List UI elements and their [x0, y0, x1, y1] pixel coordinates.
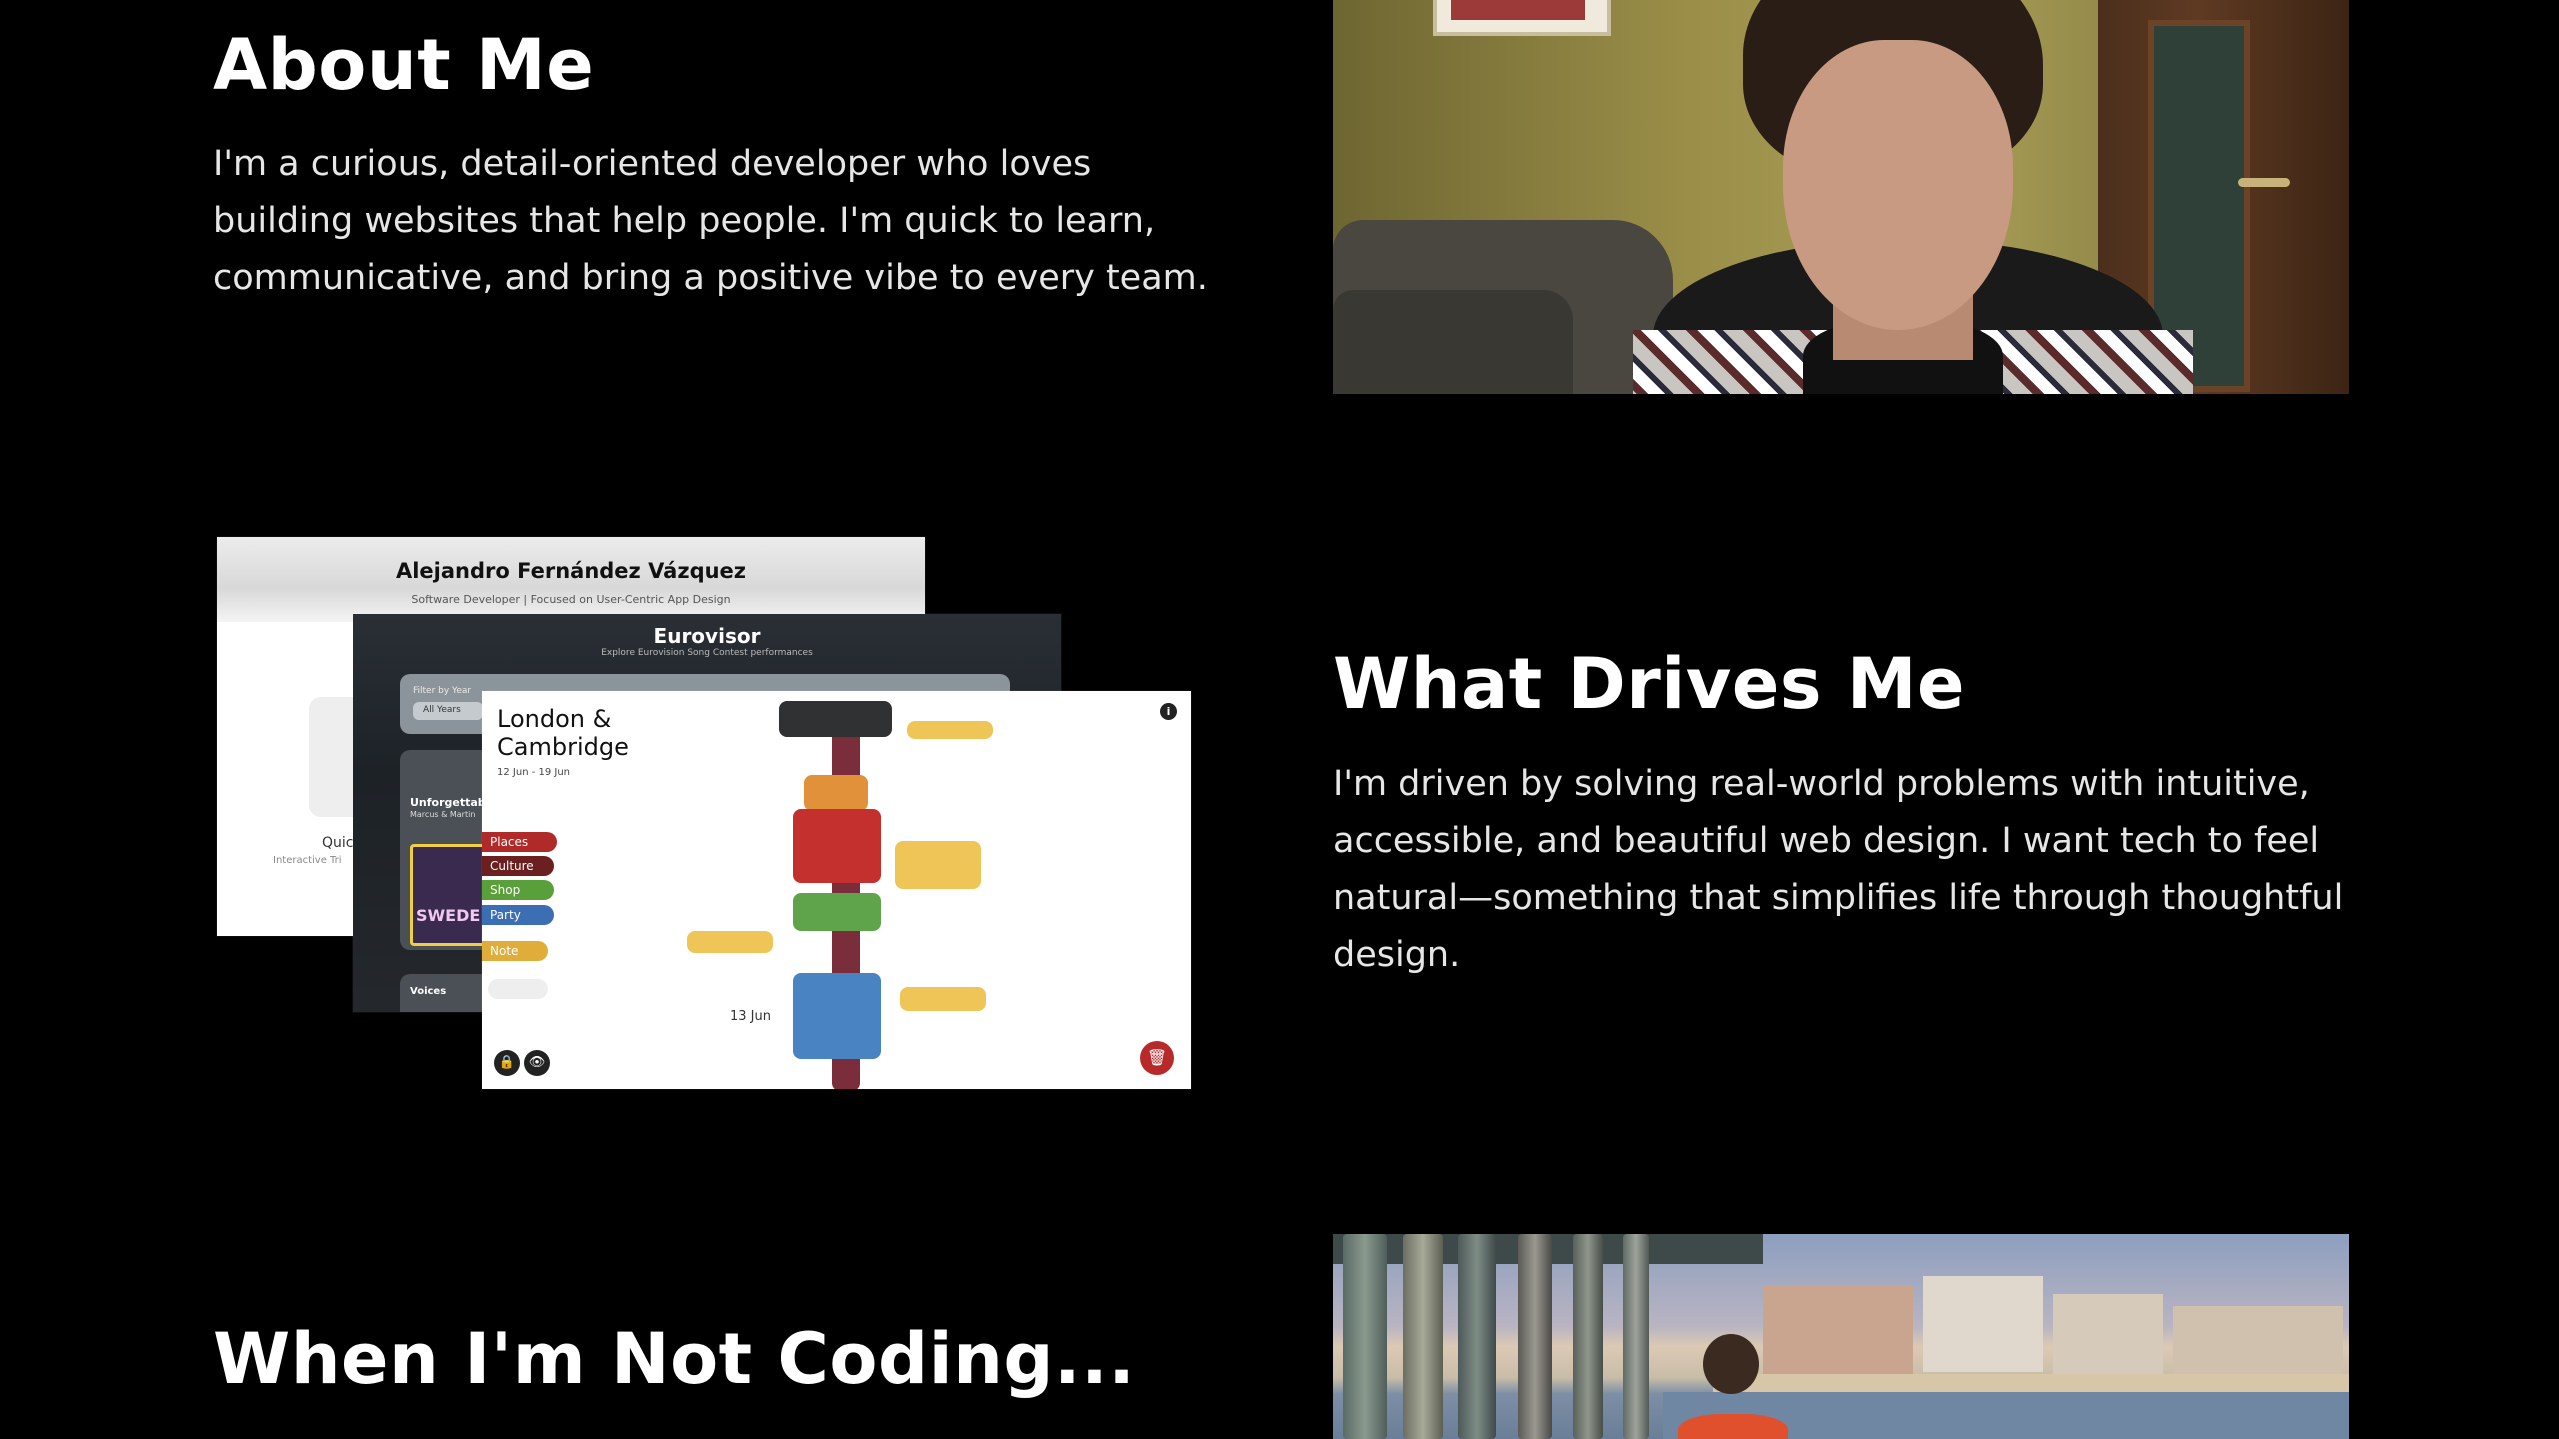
project-card-label: Quic — [322, 835, 354, 851]
portrait-photo — [1333, 0, 2349, 394]
pier-pillar — [1518, 1234, 1552, 1439]
portfolio-subtitle: Software Developer | Focused on User-Cen… — [411, 593, 731, 606]
what-drives-me-heading: What Drives Me — [1333, 643, 1966, 725]
song-artist: Marcus & Martin — [410, 810, 476, 819]
timeline-event — [793, 973, 881, 1059]
trip-dates: 12 Jun - 19 Jun — [497, 767, 571, 778]
pier-pillar — [1403, 1234, 1443, 1439]
person-head — [1703, 1334, 1759, 1394]
beach-sand — [1713, 1374, 2349, 1394]
pier-pillar — [1343, 1234, 1387, 1439]
about-me-text: I'm a curious, detail-oriented developer… — [213, 144, 1208, 298]
shop-tag: Shop — [482, 880, 554, 900]
pier-pillar — [1573, 1234, 1603, 1439]
what-drives-me-text: I'm driven by solving real-world problem… — [1333, 764, 2344, 975]
note-tag: Note — [482, 941, 548, 961]
party-tag: Party — [482, 905, 554, 925]
beach-photo — [1333, 1234, 2349, 1439]
culture-tag: Culture — [482, 856, 554, 876]
eurovisor-title: Eurovisor — [653, 624, 761, 648]
timeline-event — [793, 893, 881, 931]
timeline-note — [900, 987, 986, 1011]
eurovisor-subtitle: Explore Eurovision Song Contest performa… — [601, 648, 813, 658]
face — [1783, 40, 2013, 330]
year-select-value: All Years — [423, 705, 461, 715]
project-card-sub: Interactive Tri — [273, 855, 342, 866]
pier-pillar — [1623, 1234, 1649, 1439]
trip-title: London & Cambridge — [497, 705, 629, 761]
timeline-note — [895, 841, 981, 889]
timeline-event — [793, 809, 881, 883]
wall-frame-art — [1451, 0, 1585, 20]
timeline-event — [804, 775, 868, 811]
filter-label: Filter by Year — [413, 686, 472, 696]
day-label: 13 Jun — [730, 1009, 771, 1024]
not-coding-heading: When I'm Not Coding... — [213, 1318, 1136, 1400]
places-tag: Places — [482, 832, 557, 852]
song-thumbnail — [410, 844, 486, 946]
info-icon: i — [1160, 703, 1177, 720]
building — [1923, 1276, 2043, 1372]
about-me-heading: About Me — [213, 24, 595, 106]
song-title-2: Voices — [410, 986, 447, 997]
eye-icon: 👁 — [524, 1050, 550, 1076]
timeline-event — [779, 701, 892, 737]
timeline-note — [687, 931, 773, 953]
trash-icon: 🗑 — [1140, 1041, 1174, 1075]
timeline-note — [907, 721, 993, 739]
pier-pillar — [1458, 1234, 1496, 1439]
building — [1763, 1286, 1913, 1382]
person-body — [1678, 1414, 1788, 1439]
portfolio-name: Alejandro Fernández Vázquez — [395, 559, 747, 583]
trip-planner-screenshot[interactable]: London & Cambridge 12 Jun - 19 Jun i Pla… — [482, 691, 1191, 1089]
door-handle — [2238, 178, 2290, 187]
sofa-cushion — [1333, 290, 1573, 394]
lock-icon: 🔒 — [494, 1050, 520, 1076]
zoom-controls — [488, 979, 548, 999]
thumbnail-text: SWEDE — [416, 906, 481, 925]
